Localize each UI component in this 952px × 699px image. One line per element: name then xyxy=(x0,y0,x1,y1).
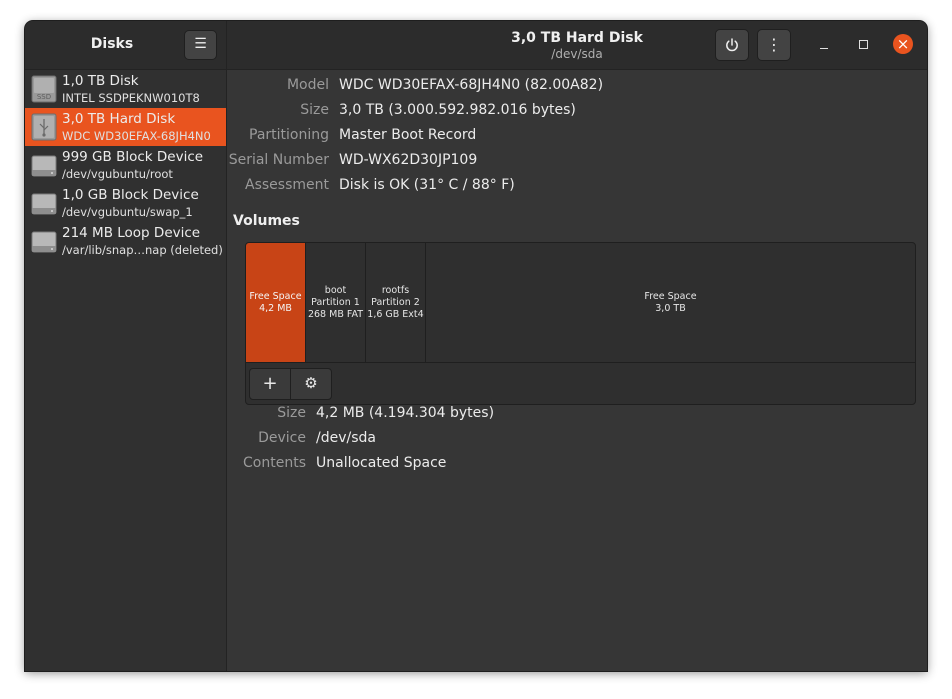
app-title: Disks xyxy=(90,36,134,52)
device-detail: INTEL SSDPEKNW010T8 xyxy=(62,91,200,105)
minimize-button[interactable] xyxy=(815,36,833,54)
property-value: Disk is OK (31° C / 88° F) xyxy=(339,177,515,193)
property-row-model: Model WDC WD30EFAX-68JH4N0 (82.00A82) xyxy=(227,77,917,102)
partition-options-button[interactable]: ⚙ xyxy=(290,368,332,400)
property-value: 4,2 MB (4.194.304 bytes) xyxy=(316,405,495,421)
volume-name: rootfs xyxy=(381,284,410,296)
property-row-serial-number: Serial Number WD-WX62D30JP109 xyxy=(227,152,917,177)
volume-segment-rootfs[interactable]: rootfs Partition 2 1,6 GB Ext4 xyxy=(366,243,426,362)
property-value: Master Boot Record xyxy=(339,127,477,143)
device-item-1tb-disk[interactable]: SSD 1,0 TB Disk INTEL SSDPEKNW010T8 xyxy=(25,70,226,108)
svg-text:SSD: SSD xyxy=(37,93,51,101)
device-detail: /dev/vgubuntu/swap_1 xyxy=(62,205,193,219)
usb-drive-icon xyxy=(31,113,57,141)
drive-options-button[interactable]: ⋮ xyxy=(757,29,791,61)
property-label: Contents xyxy=(243,455,306,471)
header-bar: 3,0 TB Hard Disk /dev/sda ⋮ × xyxy=(227,21,927,70)
volume-name: boot xyxy=(324,284,347,296)
device-item-999gb-block-device[interactable]: 999 GB Block Device /dev/vgubuntu/root xyxy=(25,146,226,184)
more-options-icon: ⋮ xyxy=(766,35,782,54)
property-label: Device xyxy=(258,430,306,446)
sidebar-header: Disks ☰ xyxy=(25,21,226,70)
volume-size: 1,6 GB Ext4 xyxy=(367,308,424,320)
power-off-button[interactable] xyxy=(715,29,749,61)
sidebar: Disks ☰ SSD 1,0 TB Disk INTEL SSDPEKNW01… xyxy=(25,21,227,671)
device-name: 214 MB Loop Device xyxy=(62,225,201,241)
volumes-heading: Volumes xyxy=(233,213,300,229)
device-list: SSD 1,0 TB Disk INTEL SSDPEKNW010T8 3,0 … xyxy=(25,70,226,260)
property-label: Partitioning xyxy=(249,127,329,143)
device-name: 1,0 GB Block Device xyxy=(62,187,199,203)
device-item-214mb-loop-device[interactable]: 214 MB Loop Device /var/lib/snap…nap (de… xyxy=(25,222,226,260)
disk-properties: Model WDC WD30EFAX-68JH4N0 (82.00A82) Si… xyxy=(227,77,917,202)
disks-window: Disks ☰ SSD 1,0 TB Disk INTEL SSDPEKNW01… xyxy=(25,21,927,671)
property-value: Unallocated Space xyxy=(316,455,447,471)
volume-size: 4,2 MB xyxy=(259,302,292,314)
create-partition-button[interactable]: + xyxy=(249,368,291,400)
device-detail: /var/lib/snap…nap (deleted) xyxy=(62,243,223,257)
volume-size: 268 MB FAT xyxy=(307,308,364,320)
volume-property-contents: Contents Unallocated Space xyxy=(227,455,917,480)
maximize-button[interactable] xyxy=(855,36,873,54)
menu-button[interactable]: ☰ xyxy=(184,30,217,60)
block-device-icon xyxy=(31,155,57,177)
volume-name: Free Space xyxy=(644,290,697,302)
hamburger-menu-icon: ☰ xyxy=(194,36,207,52)
property-row-assessment: Assessment Disk is OK (31° C / 88° F) xyxy=(227,177,917,202)
device-detail: /dev/vgubuntu/root xyxy=(62,167,173,181)
device-name: 999 GB Block Device xyxy=(62,149,204,165)
volume-property-device: Device /dev/sda xyxy=(227,430,917,455)
volume-partition: Partition 2 xyxy=(371,296,420,308)
volume-toolbar: + ⚙ xyxy=(246,362,915,404)
device-detail: WDC WD30EFAX-68JH4N0 xyxy=(62,129,211,143)
property-value: 3,0 TB (3.000.592.982.016 bytes) xyxy=(339,102,576,118)
volume-segment-boot[interactable]: boot Partition 1 268 MB FAT xyxy=(306,243,366,362)
property-row-size: Size 3,0 TB (3.000.592.982.016 bytes) xyxy=(227,102,917,127)
block-device-icon xyxy=(31,231,57,253)
volume-segment-free-space-end[interactable]: Free Space 3,0 TB xyxy=(426,243,915,362)
volume-property-size: Size 4,2 MB (4.194.304 bytes) xyxy=(227,405,917,430)
volume-name: Free Space xyxy=(249,290,302,302)
device-item-1gb-block-device[interactable]: 1,0 GB Block Device /dev/vgubuntu/swap_1 xyxy=(25,184,226,222)
property-value: WDC WD30EFAX-68JH4N0 (82.00A82) xyxy=(339,77,604,93)
property-row-partitioning: Partitioning Master Boot Record xyxy=(227,127,917,152)
volume-properties: Size 4,2 MB (4.194.304 bytes) Device /de… xyxy=(227,405,917,480)
ssd-drive-icon: SSD xyxy=(31,75,57,103)
property-value: /dev/sda xyxy=(316,430,376,446)
plus-icon: + xyxy=(262,373,278,394)
device-name: 3,0 TB Hard Disk xyxy=(62,111,176,127)
close-button[interactable]: × xyxy=(893,34,913,54)
volume-size: 3,0 TB xyxy=(655,302,686,314)
block-device-icon xyxy=(31,193,57,215)
volume-segment-free-space-start[interactable]: Free Space 4,2 MB xyxy=(246,243,306,362)
property-label: Model xyxy=(286,77,329,93)
volumes-map: Free Space 4,2 MB boot Partition 1 268 M… xyxy=(245,242,916,405)
main-panel: 3,0 TB Hard Disk /dev/sda ⋮ × Model WDC … xyxy=(227,21,927,671)
device-item-3tb-hard-disk[interactable]: 3,0 TB Hard Disk WDC WD30EFAX-68JH4N0 xyxy=(25,108,226,146)
volume-partition: Partition 1 xyxy=(311,296,360,308)
property-label: Assessment xyxy=(245,177,329,193)
property-value: WD-WX62D30JP109 xyxy=(339,152,478,168)
property-label: Size xyxy=(277,405,306,421)
power-icon xyxy=(726,38,738,52)
gears-icon: ⚙ xyxy=(304,374,318,392)
property-label: Size xyxy=(300,102,329,118)
property-label: Serial Number xyxy=(228,152,329,168)
device-name: 1,0 TB Disk xyxy=(62,73,139,89)
close-icon: × xyxy=(896,35,910,53)
